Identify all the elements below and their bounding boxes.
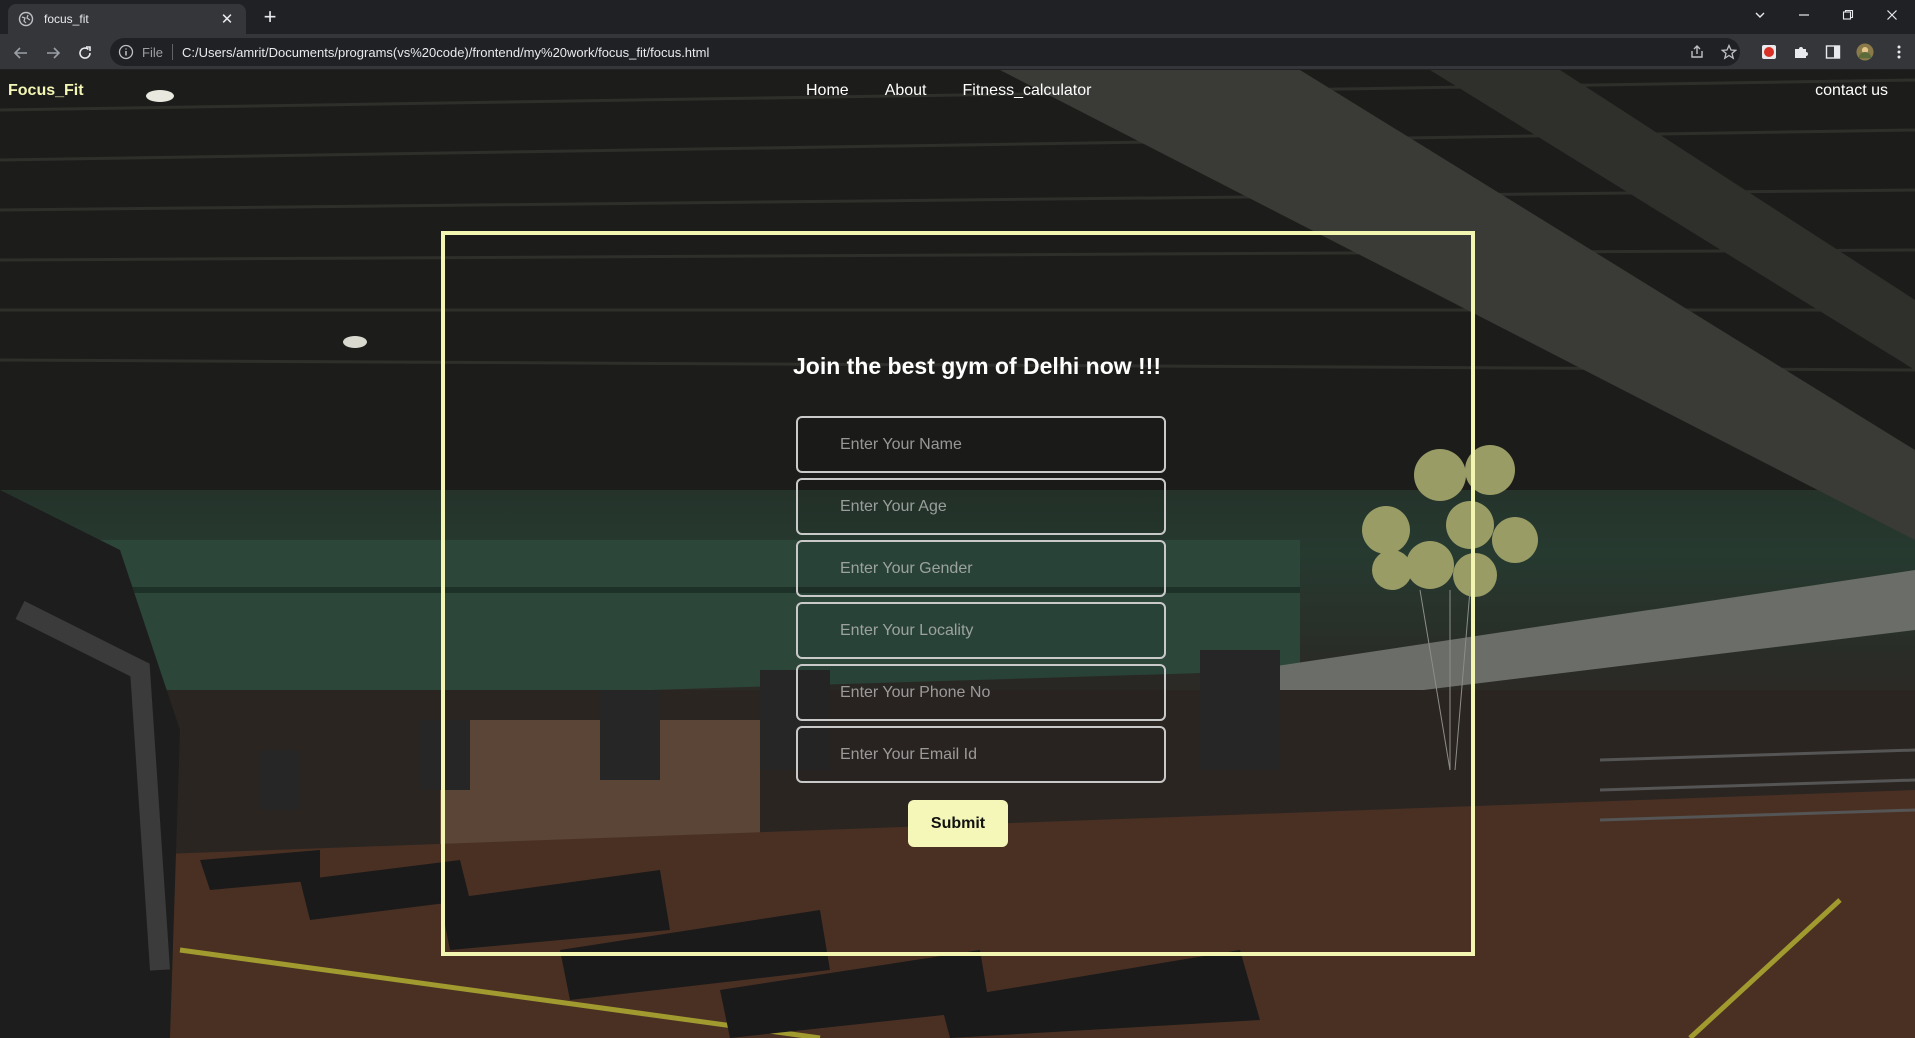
share-icon[interactable] bbox=[1688, 43, 1706, 61]
more-menu-icon[interactable] bbox=[1890, 43, 1908, 61]
tab-search-icon[interactable] bbox=[1738, 0, 1782, 30]
site-logo[interactable]: Focus_Fit bbox=[8, 82, 84, 100]
submit-button[interactable]: Submit bbox=[908, 800, 1008, 847]
tab-strip: focus_fit ✕ + bbox=[0, 0, 1915, 34]
tab-title: focus_fit bbox=[44, 12, 89, 26]
nav-fitness-calculator-link[interactable]: Fitness_calculator bbox=[963, 82, 1092, 100]
nav-home-link[interactable]: Home bbox=[806, 82, 849, 100]
browser-tab[interactable]: focus_fit ✕ bbox=[8, 4, 246, 34]
name-input[interactable] bbox=[796, 416, 1166, 473]
nav-contact-link[interactable]: contact us bbox=[1815, 82, 1888, 100]
close-window-icon[interactable] bbox=[1870, 0, 1914, 30]
profile-avatar[interactable] bbox=[1856, 43, 1874, 61]
star-icon[interactable] bbox=[1720, 43, 1738, 61]
close-tab-icon[interactable]: ✕ bbox=[218, 10, 236, 28]
email-input[interactable] bbox=[796, 726, 1166, 783]
phone-input[interactable] bbox=[796, 664, 1166, 721]
restore-icon[interactable] bbox=[1826, 0, 1870, 30]
url-scheme: File bbox=[142, 44, 163, 60]
back-arrow-icon[interactable] bbox=[8, 40, 34, 66]
globe-icon bbox=[18, 11, 34, 27]
gender-input[interactable] bbox=[796, 540, 1166, 597]
minimize-icon[interactable] bbox=[1782, 0, 1826, 30]
locality-input[interactable] bbox=[796, 602, 1166, 659]
registration-form: Join the best gym of Delhi now !!! Submi… bbox=[441, 231, 1475, 956]
site-navbar: Focus_Fit Home About Fitness_calculator … bbox=[0, 70, 1915, 112]
new-tab-icon[interactable]: + bbox=[258, 6, 282, 30]
info-icon[interactable] bbox=[118, 44, 134, 60]
form-title: Join the best gym of Delhi now !!! bbox=[793, 353, 1161, 379]
forward-arrow-icon[interactable] bbox=[40, 40, 66, 66]
browser-toolbar: File C:/Users/amrit/Documents/programs(v… bbox=[0, 34, 1915, 70]
extensions-puzzle-icon[interactable] bbox=[1792, 43, 1810, 61]
address-bar[interactable]: File C:/Users/amrit/Documents/programs(v… bbox=[110, 38, 1740, 66]
side-panel-icon[interactable] bbox=[1824, 43, 1842, 61]
url-separator bbox=[171, 44, 173, 60]
reload-icon[interactable] bbox=[72, 40, 98, 66]
url-text[interactable]: C:/Users/amrit/Documents/programs(vs%20c… bbox=[182, 45, 709, 60]
extension-record-icon[interactable] bbox=[1760, 43, 1778, 61]
page-viewport: Focus_Fit Home About Fitness_calculator … bbox=[0, 70, 1915, 1038]
nav-about-link[interactable]: About bbox=[885, 82, 927, 100]
age-input[interactable] bbox=[796, 478, 1166, 535]
nav-menu: Home About Fitness_calculator bbox=[806, 82, 1091, 100]
